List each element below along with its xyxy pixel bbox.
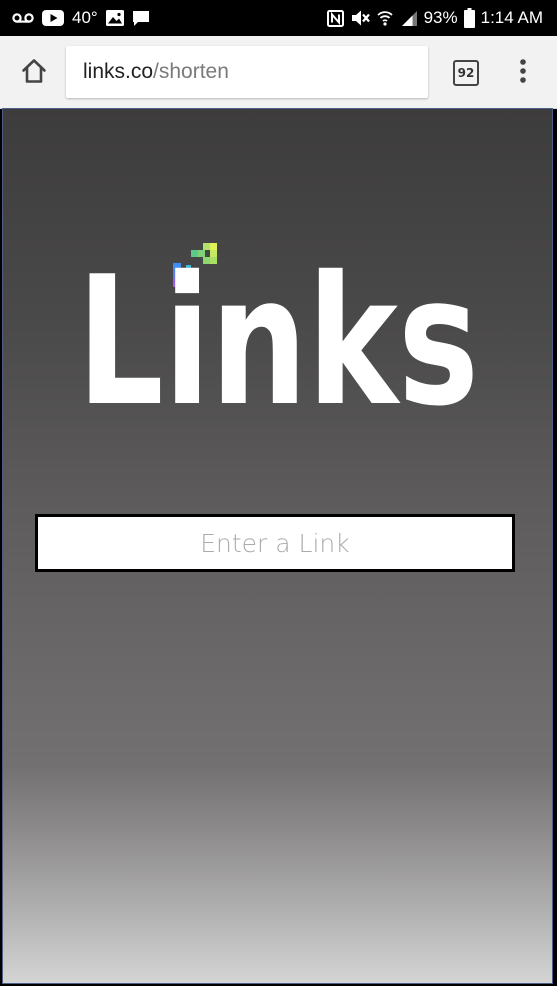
browser-toolbar: links.co/shorten 92 [0, 36, 557, 109]
home-button[interactable] [14, 54, 54, 92]
links-logo-graphic: Links [77, 238, 479, 445]
battery-icon [463, 8, 475, 28]
voicemail-icon [12, 11, 34, 25]
more-vertical-icon [519, 58, 527, 89]
link-input-container [35, 514, 515, 572]
overflow-menu-button[interactable] [509, 58, 537, 88]
status-bar: 40° 93% 1:14 AM [0, 0, 557, 36]
nfc-icon [326, 9, 344, 27]
phone-screen: 40° 93% 1:14 AM links.co /shorten 92 Lin… [0, 0, 557, 986]
url-path: /shorten [153, 60, 229, 83]
web-page-content: Links [2, 108, 553, 984]
mute-icon [350, 9, 370, 27]
temperature-text: 40° [72, 8, 98, 27]
signal-icon [400, 10, 418, 27]
status-bar-right: 93% 1:14 AM [326, 0, 543, 36]
image-icon [105, 10, 124, 26]
url-host: links.co [83, 60, 154, 83]
battery-percent-text: 93% [423, 8, 458, 27]
wifi-icon [376, 9, 394, 27]
logo-wordmark: Links [77, 241, 479, 409]
clock-text: 1:14 AM [480, 8, 543, 27]
link-input[interactable] [38, 517, 512, 569]
links-logo: Links [73, 238, 483, 445]
status-bar-left: 40° [12, 0, 150, 36]
youtube-icon [42, 10, 64, 26]
tab-switcher-button[interactable]: 92 [453, 60, 479, 86]
message-icon [132, 10, 150, 27]
home-icon [20, 57, 48, 90]
tab-count: 92 [457, 66, 475, 80]
url-bar[interactable]: links.co/shorten [66, 46, 428, 98]
